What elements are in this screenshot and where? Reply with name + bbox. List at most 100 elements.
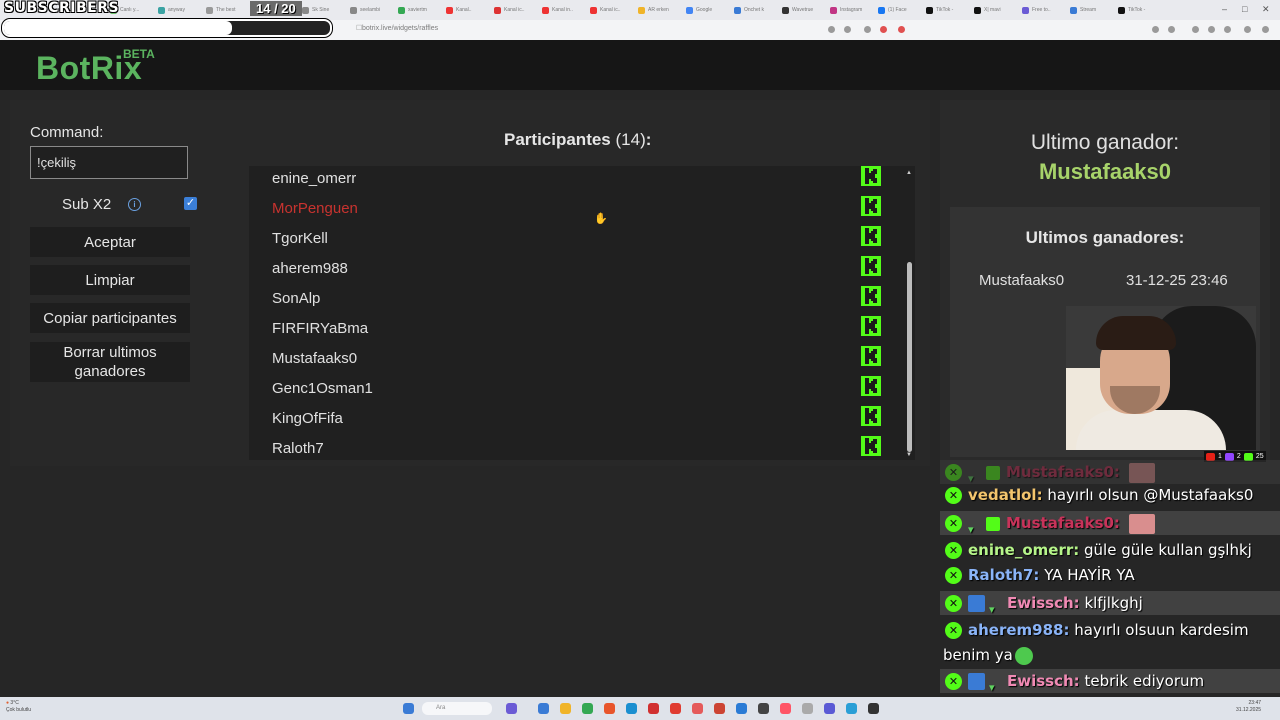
accept-button[interactable]: Aceptar xyxy=(30,227,190,257)
browser-tab[interactable]: Kanal ic.. xyxy=(494,4,525,16)
tab-favicon-icon xyxy=(1118,6,1125,14)
scroll-down-icon[interactable]: ▼ xyxy=(906,452,912,458)
menu-icon[interactable] xyxy=(1262,26,1269,33)
browser-tab[interactable]: Sk Sine xyxy=(302,4,329,16)
participant-row[interactable]: enine_omerr xyxy=(249,166,899,194)
participants-title: Participantes (14): xyxy=(504,130,652,149)
browser-tab[interactable]: (1) Face xyxy=(878,4,907,16)
extension-icon[interactable] xyxy=(880,26,887,33)
toolbar-icon[interactable] xyxy=(1168,26,1175,33)
browser-tab[interactable]: Kanal in.. xyxy=(542,4,573,16)
app-icon[interactable] xyxy=(780,703,791,714)
chat-message: ✕ aherem988: hayırlı olsuun kardesim benim… xyxy=(940,618,1280,668)
folder-icon[interactable] xyxy=(560,703,571,714)
winner-history-date: 31-12-25 23:46 xyxy=(1126,272,1228,289)
clear-last-winners-button[interactable]: Borrar ultimos ganadores xyxy=(30,342,190,382)
extension-icon[interactable] xyxy=(864,26,871,33)
start-icon[interactable] xyxy=(403,703,414,714)
participants-list[interactable]: enine_omerr MorPenguen TgorKell aherem988 So… xyxy=(249,166,915,460)
sub-multiplier-checkbox[interactable]: ✓ xyxy=(184,197,197,210)
browser-tab-label: Sk Sine xyxy=(312,7,330,13)
participant-row[interactable]: Raloth7 xyxy=(249,434,899,460)
copy-participants-button[interactable]: Copiar participantes xyxy=(30,303,190,333)
kick-viewer-count: 25 xyxy=(1255,453,1264,460)
app-icon[interactable] xyxy=(758,703,769,714)
tab-favicon-icon xyxy=(926,6,933,14)
clear-button[interactable]: Limpiar xyxy=(30,265,190,295)
toolbar-icon[interactable] xyxy=(1224,26,1231,33)
taskbar-clock[interactable]: 23:47 31.12.2025 xyxy=(1236,700,1261,714)
app-icon[interactable] xyxy=(506,703,517,714)
tab-favicon-icon xyxy=(782,6,789,14)
app-icon[interactable] xyxy=(714,703,725,714)
browser-tab[interactable]: seelambi xyxy=(350,4,380,16)
browser-tab-strip: Canlı y...anywayThe bestTwitchSk Sinesee… xyxy=(0,0,1280,20)
browser-tab[interactable]: Instagram xyxy=(830,4,862,16)
app-icon[interactable] xyxy=(868,703,879,714)
participant-row[interactable]: FIRFIRYaBma xyxy=(249,314,899,344)
app-icon[interactable] xyxy=(802,703,813,714)
app-icon[interactable] xyxy=(736,703,747,714)
tab-favicon-icon xyxy=(398,6,405,14)
browser-tab[interactable]: TikTok - xyxy=(926,4,953,16)
participant-row[interactable]: MorPenguen xyxy=(249,194,899,224)
toolbar-icon[interactable] xyxy=(1192,26,1199,33)
maximize-icon[interactable]: □ xyxy=(1242,4,1247,14)
zoom-icon[interactable] xyxy=(844,26,851,33)
browser-tab[interactable]: xaviertm xyxy=(398,4,427,16)
chrome-icon[interactable] xyxy=(582,703,593,714)
browser-tab[interactable]: Wavetrue xyxy=(782,4,813,16)
kick-logo-icon xyxy=(861,226,881,246)
participant-row[interactable]: KingOfFifa xyxy=(249,404,899,434)
chat-username: Ewissch: xyxy=(1007,672,1080,690)
app-icon[interactable] xyxy=(538,703,549,714)
browser-tab[interactable]: Google xyxy=(686,4,712,16)
browser-tab[interactable]: Kanal.. xyxy=(446,4,472,16)
chat-text: klfjlkghj xyxy=(1084,594,1143,612)
app-icon[interactable] xyxy=(648,703,659,714)
taskbar-search[interactable]: Ara xyxy=(422,702,492,715)
participant-row[interactable]: Mustafaaks0 xyxy=(249,344,899,374)
weather-widget[interactable]: ● 3°C Çok bulutlu xyxy=(6,700,31,714)
app-icon[interactable] xyxy=(824,703,835,714)
app-header xyxy=(0,40,1280,90)
participant-row[interactable]: TgorKell xyxy=(249,224,899,254)
participant-name: KingOfFifa xyxy=(272,410,343,427)
toolbar-icon[interactable] xyxy=(1152,26,1159,33)
close-icon[interactable]: ✕ xyxy=(1262,4,1270,15)
edge-icon[interactable] xyxy=(626,703,637,714)
browser-tab[interactable]: Stream xyxy=(1070,4,1096,16)
browser-tab[interactable]: AR erken xyxy=(638,4,669,16)
app-icon[interactable] xyxy=(846,703,857,714)
command-input[interactable] xyxy=(30,146,188,179)
scrollbar-thumb[interactable] xyxy=(907,262,912,452)
chat-text: hayırlı olsuun kardesim xyxy=(1074,621,1249,639)
mod-badge-icon xyxy=(968,673,985,690)
browser-tab[interactable]: TikTok - xyxy=(1118,4,1145,16)
app-icon[interactable] xyxy=(692,703,703,714)
brave-icon[interactable] xyxy=(604,703,615,714)
minimize-icon[interactable]: – xyxy=(1222,4,1227,14)
verified-badge-icon: ▾ xyxy=(968,471,974,485)
kick-badge-icon: ✕ xyxy=(945,673,962,690)
browser-tab[interactable]: X| mavi xyxy=(974,4,1001,16)
participant-row[interactable]: Genc1Osman1 xyxy=(249,374,899,404)
participant-row[interactable]: aherem988 xyxy=(249,254,899,284)
browser-tab[interactable]: The best xyxy=(206,4,235,16)
browser-tab[interactable]: Free to.. xyxy=(1022,4,1051,16)
toolbar-icon[interactable] xyxy=(1244,26,1251,33)
youtube-viewer-count: 1 xyxy=(1218,453,1222,460)
chat-text: tebrik ediyorum xyxy=(1084,672,1205,690)
opera-icon[interactable] xyxy=(670,703,681,714)
tab-favicon-icon xyxy=(446,6,453,14)
browser-tab[interactable]: Onchet k xyxy=(734,4,764,16)
participant-row[interactable]: SonAlp xyxy=(249,284,899,314)
url-text[interactable]: botrix.live/widgets/raffles xyxy=(362,25,438,32)
scroll-up-icon[interactable]: ▲ xyxy=(906,170,912,176)
toolbar-icon[interactable] xyxy=(1208,26,1215,33)
info-icon[interactable]: i xyxy=(128,198,141,211)
browser-tab[interactable]: anyway xyxy=(158,4,185,16)
extension-icon[interactable] xyxy=(898,26,905,33)
browser-tab[interactable]: Kanal ic.. xyxy=(590,4,621,16)
translate-icon[interactable] xyxy=(828,26,835,33)
